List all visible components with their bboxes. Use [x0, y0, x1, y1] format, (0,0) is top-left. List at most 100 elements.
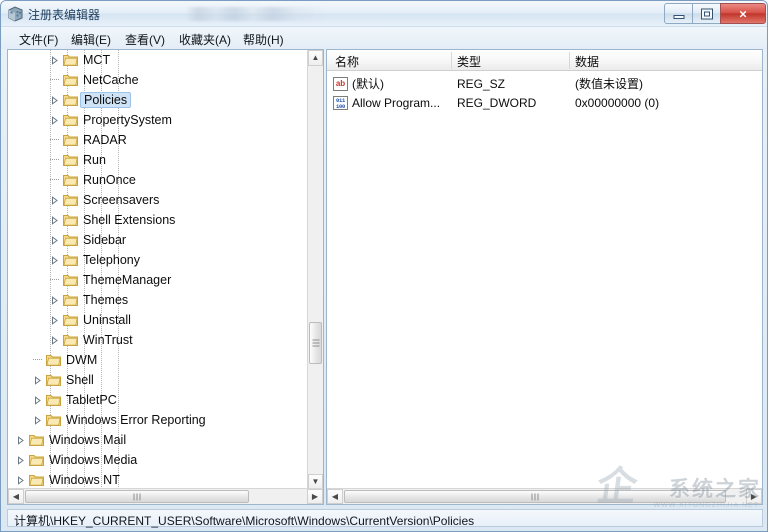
tree-scroll-right-button[interactable]: ▶ — [307, 489, 323, 504]
tree-item-sidebar[interactable]: Sidebar — [8, 230, 308, 250]
minimize-button[interactable] — [664, 3, 693, 24]
expand-chevron-icon[interactable] — [50, 116, 59, 125]
expand-chevron-icon[interactable] — [50, 316, 59, 325]
tree-item-uninstall[interactable]: Uninstall — [8, 310, 308, 330]
tree-scroll-up-button[interactable]: ▲ — [308, 50, 323, 66]
dword-value-icon: 011 100 — [333, 96, 348, 110]
tree-item-label: Themes — [83, 293, 129, 307]
tree-item-tabletpc[interactable]: TabletPC — [8, 390, 308, 410]
values-scroll-left-button[interactable]: ◀ — [327, 489, 343, 504]
tree-item-label: NetCache — [83, 73, 139, 87]
value-type: REG_SZ — [457, 77, 506, 91]
tree-item-runonce[interactable]: RunOnce — [8, 170, 308, 190]
column-divider[interactable] — [569, 52, 570, 69]
tree-item-propertysystem[interactable]: PropertySystem — [8, 110, 308, 130]
menu-item-edit[interactable]: 编辑(E) — [67, 30, 115, 49]
expand-chevron-icon[interactable] — [16, 436, 25, 445]
expand-chevron-icon[interactable] — [33, 416, 42, 425]
tree-item-windows-nt[interactable]: Windows NT — [8, 470, 308, 490]
tree-item-run[interactable]: Run — [8, 150, 308, 170]
column-header-type[interactable]: 类型 — [457, 53, 481, 70]
value-data: (数值未设置) — [575, 77, 643, 91]
menu-item-view[interactable]: 查看(V) — [121, 30, 169, 49]
expand-chevron-icon[interactable] — [50, 96, 59, 105]
tree-horizontal-scrollbar[interactable]: ◀ ▶ — [8, 488, 323, 504]
tree-item-windows-mail[interactable]: Windows Mail — [8, 430, 308, 450]
values-scroll-right-button[interactable]: ▶ — [746, 489, 762, 504]
tree-item-label: MCT — [83, 53, 111, 67]
expand-chevron-icon[interactable] — [50, 196, 59, 205]
folder-icon — [63, 73, 78, 86]
tree-item-telephony[interactable]: Telephony — [8, 250, 308, 270]
tree-vertical-scrollbar[interactable]: ▲ ▼ — [307, 50, 323, 490]
tree-scroll-left-button[interactable]: ◀ — [8, 489, 24, 504]
values-horizontal-scrollbar[interactable]: ◀ ▶ — [327, 488, 762, 504]
expand-chevron-icon[interactable] — [33, 376, 42, 385]
column-header-name[interactable]: 名称 — [335, 53, 359, 70]
folder-icon — [63, 333, 78, 346]
tree-item-radar[interactable]: RADAR — [8, 130, 308, 150]
tree-horizontal-scroll-thumb[interactable] — [25, 490, 249, 503]
folder-icon — [63, 273, 78, 286]
tree-elbow-line — [50, 279, 59, 280]
expand-chevron-icon[interactable] — [50, 256, 59, 265]
tree-vertical-scroll-thumb[interactable] — [309, 322, 322, 364]
expand-chevron-icon[interactable] — [50, 216, 59, 225]
folder-icon — [63, 113, 78, 126]
tree-item-windows-error-reporting[interactable]: Windows Error Reporting — [8, 410, 308, 430]
tree-item-label: Uninstall — [83, 313, 131, 327]
column-divider[interactable] — [451, 52, 452, 69]
expand-chevron-icon[interactable] — [33, 396, 42, 405]
folder-icon — [63, 153, 78, 166]
tree-item-themes[interactable]: Themes — [8, 290, 308, 310]
values-horizontal-scroll-thumb[interactable] — [344, 490, 726, 503]
chevron-left-icon: ◀ — [12, 491, 20, 501]
tree-item-label: Screensavers — [83, 193, 160, 207]
value-name: Allow Program... — [352, 96, 441, 110]
chevron-left-icon: ◀ — [331, 491, 339, 501]
tree-item-label: TabletPC — [66, 393, 117, 407]
grip-icon — [312, 339, 319, 347]
menu-item-file[interactable]: 文件(F) — [15, 30, 62, 49]
title-blurred-region — [186, 7, 326, 21]
menu-item-favorites[interactable]: 收藏夹(A) — [175, 30, 235, 49]
tree-item-netcache[interactable]: NetCache — [8, 70, 308, 90]
chevron-right-icon: ▶ — [311, 491, 319, 501]
expand-chevron-icon[interactable] — [50, 56, 59, 65]
folder-icon — [63, 313, 78, 326]
close-button[interactable]: × — [720, 3, 766, 24]
folder-icon — [63, 213, 78, 226]
tree-item-label: RunOnce — [83, 173, 136, 187]
folder-icon — [63, 253, 78, 266]
folder-icon — [29, 473, 44, 486]
expand-chevron-icon[interactable] — [50, 236, 59, 245]
tree-elbow-line — [50, 179, 59, 180]
expand-chevron-icon[interactable] — [50, 296, 59, 305]
tree-item-windows-media[interactable]: Windows Media — [8, 450, 308, 470]
tree-item-dwm[interactable]: DWM — [8, 350, 308, 370]
tree-item-shell-extensions[interactable]: Shell Extensions — [8, 210, 308, 230]
folder-icon — [63, 93, 78, 106]
maximize-button[interactable] — [692, 3, 721, 24]
tree-item-screensavers[interactable]: Screensavers — [8, 190, 308, 210]
expand-chevron-icon[interactable] — [50, 336, 59, 345]
value-row[interactable]: 011 100 Allow Program... REG_DWORD 0x0000000… — [327, 94, 762, 113]
menu-item-help[interactable]: 帮助(H) — [239, 30, 288, 49]
tree-elbow-line — [33, 359, 42, 360]
registry-tree[interactable]: MCT NetCache Policies PropertySystem RADAR Ru… — [8, 50, 308, 490]
tree-item-mct[interactable]: MCT — [8, 50, 308, 70]
tree-item-thememanager[interactable]: ThemeManager — [8, 270, 308, 290]
tree-item-policies[interactable]: Policies — [8, 90, 308, 110]
tree-item-label: RADAR — [83, 133, 127, 147]
column-header-data[interactable]: 数据 — [575, 53, 599, 70]
value-row[interactable]: ab (默认) REG_SZ (数值未设置) — [327, 75, 762, 94]
tree-item-wintrust[interactable]: WinTrust — [8, 330, 308, 350]
tree-item-label: Windows Error Reporting — [66, 413, 206, 427]
folder-icon — [46, 413, 61, 426]
folder-icon — [63, 53, 78, 66]
expand-chevron-icon[interactable] — [16, 476, 25, 485]
value-data: 0x00000000 (0) — [575, 96, 660, 110]
chevron-right-icon: ▶ — [750, 491, 758, 501]
tree-item-shell[interactable]: Shell — [8, 370, 308, 390]
expand-chevron-icon[interactable] — [16, 456, 25, 465]
